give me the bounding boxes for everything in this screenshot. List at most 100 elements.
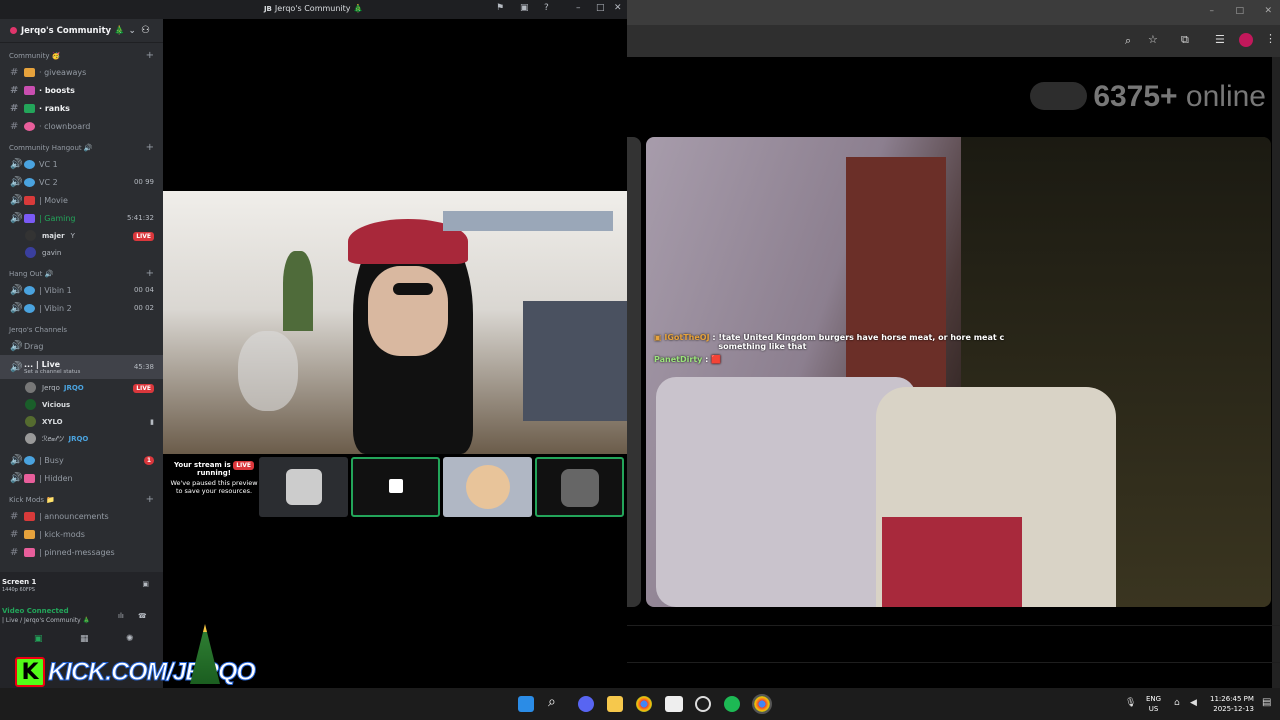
avatar (25, 416, 36, 427)
avatar (560, 469, 599, 507)
plant (283, 251, 313, 331)
voice-user-jerqo[interactable]: Jerqo JRQO LIVE (0, 379, 163, 396)
chat-message: PanetDirty : 🟥 (654, 355, 722, 364)
screen-share-icon[interactable]: ▣ (34, 634, 43, 644)
search-icon[interactable]: ⌕ (548, 694, 564, 710)
noise-icon[interactable]: ılı (118, 612, 124, 620)
participant-tile-4[interactable] (535, 457, 624, 517)
spotify-icon[interactable] (724, 696, 740, 712)
speaker-icon: 🔊 (10, 158, 23, 170)
prev-panel[interactable] (627, 137, 641, 607)
chrome-icon[interactable] (636, 696, 652, 712)
discord-window: JB Jerqo's Community 🎄 ⚑ ▣ ? – □ ✕ Jerqo'… (0, 0, 627, 688)
maximize-icon[interactable]: □ (1235, 6, 1244, 16)
voice-user-majer[interactable]: majer Y LIVE (0, 227, 163, 244)
close-icon[interactable]: ✕ (614, 3, 622, 13)
channel-pinned-messages[interactable]: # | pinned-messages (0, 543, 163, 561)
app-icon[interactable] (665, 696, 683, 712)
browser-titlebar: – □ ✕ (627, 0, 1280, 25)
obs-icon[interactable] (695, 696, 711, 712)
chat-message: ▣ IGotTheOJ : !tate United Kingdom burge… (654, 333, 1005, 351)
channel-vc1[interactable]: 🔊 VC 1 (0, 155, 163, 173)
participant-tile-2[interactable] (351, 457, 440, 517)
channel-giveaways[interactable]: # · giveaways (0, 63, 163, 81)
category-community-hangout[interactable]: Community Hangout 🔊 + (0, 140, 163, 155)
server-icon (10, 27, 17, 34)
chat-overlay: ▣ IGotTheOJ : !tate United Kingdom burge… (654, 333, 1018, 364)
pin-icon[interactable]: ⚑ (496, 3, 504, 13)
windows-start-icon[interactable] (518, 696, 534, 712)
menu-icon[interactable]: ⋮ (1265, 32, 1276, 45)
minimize-icon[interactable]: – (576, 3, 581, 13)
maximize-icon[interactable]: □ (596, 3, 605, 13)
channel-drag[interactable]: 🔊 Drag (0, 337, 163, 355)
channel-ranks[interactable]: # · ranks (0, 99, 163, 117)
discord-icon[interactable] (578, 696, 594, 712)
channel-live[interactable]: 🔊... | Live Set a channel status 45:38 (0, 355, 163, 379)
stream-quality: 1440p 60FPS (2, 587, 35, 593)
scrollbar[interactable] (1272, 57, 1280, 688)
red-blanket (882, 517, 1022, 607)
media-icon[interactable]: ☰ (1215, 33, 1225, 46)
voice-user-xylo[interactable]: XYLO ▮ (0, 413, 163, 430)
live-badge: LIVE (133, 231, 154, 241)
avatar (25, 230, 36, 241)
voice-location: | Live / Jerqo's Community 🎄 (2, 617, 91, 624)
category-kick-mods[interactable]: Kick Mods 📁 + (0, 492, 163, 507)
voice-user-vicious[interactable]: Vicious (0, 396, 163, 413)
channel-busy[interactable]: 🔊 | Busy 1 (0, 451, 163, 469)
notification-icon[interactable]: ▤ (1262, 697, 1271, 708)
channel-kick-mods[interactable]: # | kick-mods (0, 525, 163, 543)
voice-status[interactable]: Video Connected (2, 607, 69, 615)
channel-hidden[interactable]: 🔊 | Hidden (0, 469, 163, 487)
chrome-active-icon[interactable] (752, 694, 772, 714)
inbox-icon[interactable]: ▣ (520, 3, 529, 13)
camera-icon (388, 479, 403, 493)
profile-avatar[interactable] (1239, 33, 1253, 47)
speaker-icon: 🔊 (10, 302, 23, 314)
help-icon[interactable]: ? (544, 3, 549, 13)
channel-status[interactable]: Set a channel status (24, 369, 80, 375)
file-explorer-icon[interactable] (607, 696, 623, 712)
speaker-icon: 🔊 (10, 212, 23, 224)
channel-vibin2[interactable]: 🔊 | Vibin 2 00 02 (0, 299, 163, 317)
close-icon[interactable]: ✕ (1264, 6, 1272, 16)
soundboard-icon[interactable]: ✺ (126, 634, 134, 644)
channel-clownboard[interactable]: # · clownboard (0, 117, 163, 135)
minimize-icon[interactable]: – (1210, 6, 1215, 16)
speaker-icon: 🔊 (10, 472, 23, 484)
bookmark-star-icon[interactable]: ☆ (1148, 33, 1158, 46)
voice-user-real[interactable]: ℛ𝑒𝒶𝓁ツ JRQO (0, 430, 163, 447)
server-header[interactable]: Jerqo's Community 🎄 ⌄ ⚇ (0, 19, 163, 43)
channel-announcements[interactable]: # | announcements (0, 507, 163, 525)
channel-movie[interactable]: 🔊 | Movie (0, 191, 163, 209)
channel-boosts[interactable]: # · boosts (0, 81, 163, 99)
extensions-icon[interactable]: ⧉ (1181, 33, 1189, 47)
language-indicator[interactable]: ENG US (1146, 694, 1161, 714)
channel-vc2[interactable]: 🔊 VC 2 00 99 (0, 173, 163, 191)
category-jerqos-channels[interactable]: Jerqo's Channels (0, 322, 163, 337)
chat-username[interactable]: IGotTheOJ (664, 333, 709, 342)
network-icon[interactable]: ⌂ (1174, 698, 1180, 708)
kick-logo: K (15, 657, 45, 687)
channel-gaming[interactable]: 🔊 | Gaming 5:41:32 (0, 209, 163, 227)
participant-tile-3[interactable] (443, 457, 532, 517)
chat-username[interactable]: PanetDirty (654, 355, 702, 364)
clock[interactable]: 11:26:45 PM 2025-12-13 (1210, 694, 1254, 714)
category-community[interactable]: Community 🥳 + (0, 48, 163, 63)
microphone-icon[interactable]: 🎙 (1125, 698, 1136, 708)
activities-icon[interactable]: ▦ (80, 634, 89, 644)
stream-video[interactable] (163, 191, 627, 454)
sunglasses (393, 283, 433, 295)
zoom-icon[interactable]: ⌕ (1125, 34, 1131, 48)
disconnect-icon[interactable]: ☎ (138, 612, 147, 620)
channel-vibin1[interactable]: 🔊 | Vibin 1 00 04 (0, 281, 163, 299)
add-member-icon[interactable]: ⚇ (141, 25, 150, 36)
stop-stream-icon[interactable]: ▣ (142, 580, 149, 588)
voice-user-gavin[interactable]: gavin (0, 244, 163, 261)
online-count: 6375+ online (1093, 80, 1266, 113)
volume-icon[interactable]: ◀ (1190, 698, 1197, 708)
participant-tile-1[interactable] (259, 457, 348, 517)
category-hang-out[interactable]: Hang Out 🔊 + (0, 266, 163, 281)
online-toggle[interactable] (1030, 82, 1087, 110)
